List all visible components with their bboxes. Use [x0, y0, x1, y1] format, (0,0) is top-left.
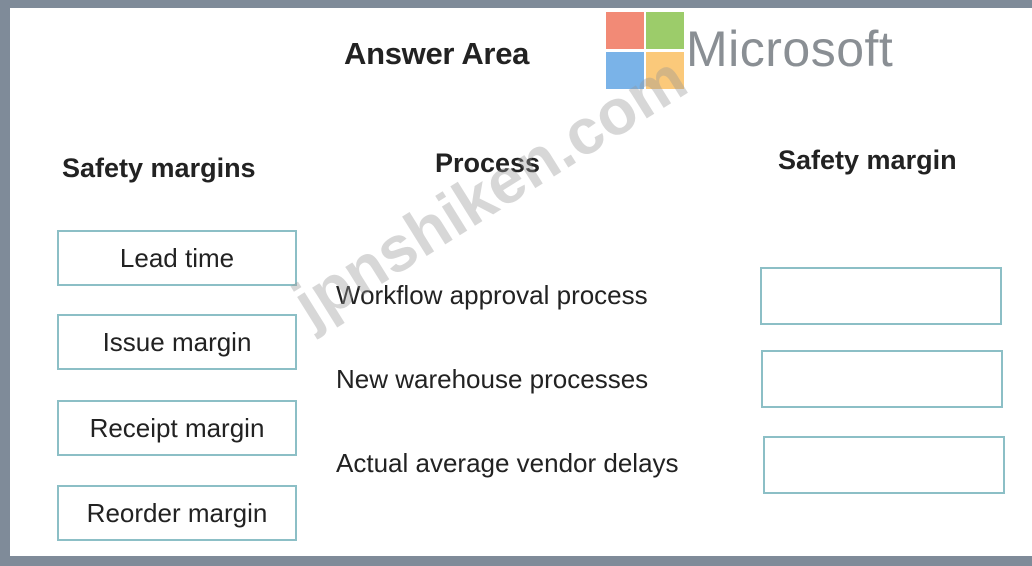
logo-red-square: [606, 12, 644, 49]
logo-green-square: [646, 12, 684, 49]
process-label-vendor-delays: Actual average vendor delays: [336, 448, 679, 478]
logo-yellow-square: [646, 52, 684, 89]
option-issue-margin[interactable]: Issue margin: [57, 314, 297, 370]
answer-area-title: Answer Area: [344, 36, 530, 71]
target-heading: Safety margin: [778, 145, 957, 175]
microsoft-logo-icon: [606, 12, 686, 90]
process-heading: Process: [435, 148, 541, 178]
option-receipt-margin[interactable]: Receipt margin: [57, 400, 297, 456]
answer-area-panel: Answer Area Microsoft Safety margins Pro…: [10, 8, 1032, 556]
answer-slot-vendor-delays[interactable]: [763, 436, 1005, 494]
logo-blue-square: [606, 52, 644, 89]
answer-slot-new-warehouse[interactable]: [761, 350, 1003, 408]
option-reorder-margin[interactable]: Reorder margin: [57, 485, 297, 541]
answer-slot-workflow-approval[interactable]: [760, 267, 1002, 325]
microsoft-wordmark: Microsoft: [686, 21, 894, 77]
options-heading: Safety margins: [62, 153, 256, 183]
process-label-new-warehouse: New warehouse processes: [336, 364, 649, 394]
option-lead-time[interactable]: Lead time: [57, 230, 297, 286]
process-label-workflow-approval: Workflow approval process: [336, 280, 648, 310]
